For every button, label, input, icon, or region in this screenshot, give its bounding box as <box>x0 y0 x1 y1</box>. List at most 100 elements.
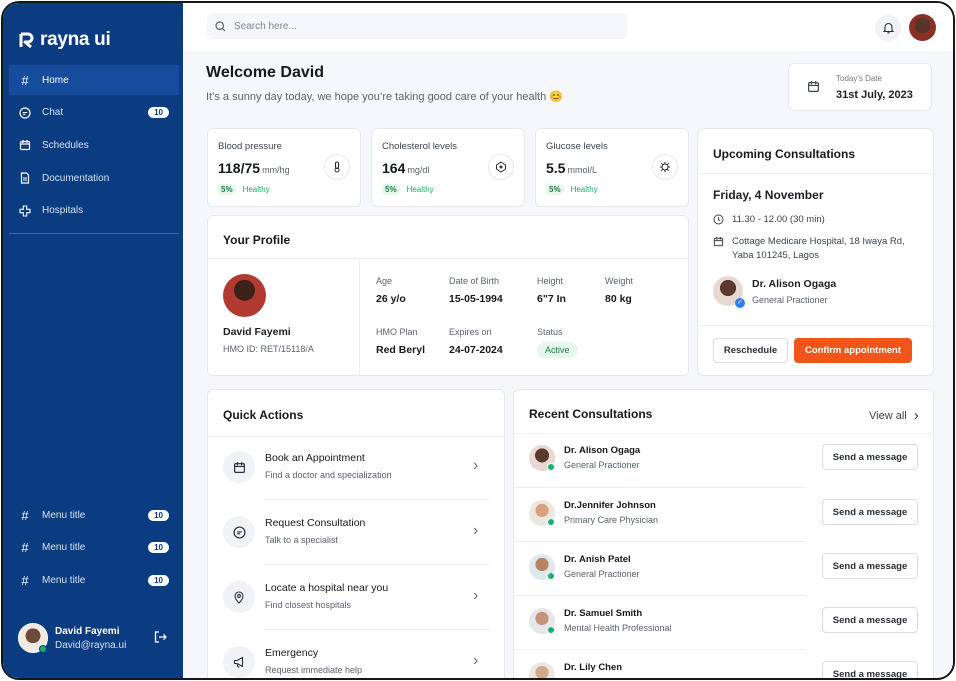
stat-unit: mm/hg <box>262 165 290 175</box>
status-badge: Active <box>537 342 578 358</box>
send-message-button[interactable]: Send a message <box>822 553 918 579</box>
status-text: Healthy <box>406 185 434 194</box>
sidebar-item-schedules[interactable]: Schedules <box>9 130 179 160</box>
count-badge: 10 <box>148 107 169 119</box>
send-message-button[interactable]: Send a message <box>822 444 918 470</box>
cholesterol-card: Cholesterol levels 164 mg/dl 5% Healthy <box>371 128 525 207</box>
page-title: Welcome David <box>206 64 324 81</box>
upcoming-consultations-card: Upcoming Consultations Friday, 4 Novembe… <box>697 128 934 376</box>
divider <box>698 325 933 326</box>
location-pin-icon <box>223 581 255 613</box>
doctor-role: General Practioner <box>564 460 640 470</box>
sidebar-item-menu-title[interactable]: # Menu title 10 <box>9 565 179 595</box>
send-message-button[interactable]: Send a message <box>822 607 918 633</box>
stat-unit: mmol/L <box>567 165 597 175</box>
quick-action-book-appointment[interactable]: Book an Appointment Find a doctor and sp… <box>208 437 504 502</box>
consultation-row: Dr.Jennifer Johnson Primary Care Physici… <box>514 488 933 542</box>
bell-icon <box>882 22 894 34</box>
sidebar-item-chat[interactable]: Chat 10 <box>9 98 179 128</box>
sidebar-item-label: Menu title <box>42 509 86 521</box>
sidebar-item-label: Menu title <box>42 542 86 554</box>
consultation-row: Dr. Alison Ogaga General Practioner Send… <box>514 433 933 487</box>
glucose-card: Glucose levels 5.5 mmol/L 5% Healthy <box>535 128 689 207</box>
field-value: 6"7 In <box>537 293 566 305</box>
sidebar-item-label: Menu title <box>42 574 86 586</box>
stat-value: 164 mg/dl <box>382 160 430 176</box>
doctor-name: Dr. Alison Ogaga <box>564 445 641 456</box>
sidebar-item-hospitals[interactable]: Hospitals <box>9 196 179 226</box>
logout-icon[interactable] <box>154 631 167 646</box>
hash-icon: # <box>21 572 29 588</box>
reschedule-button[interactable]: Reschedule <box>713 338 788 363</box>
consultation-time: 11.30 - 12.00 (30 min) <box>713 213 825 227</box>
profile-card: Your Profile David Fayemi HMO ID: RET/15… <box>207 215 689 376</box>
trend-percent: 5% <box>546 184 564 195</box>
field-value: 26 y/o <box>376 293 406 305</box>
divider <box>265 564 490 565</box>
quick-action-emergency[interactable]: Emergency Request immediate help › <box>208 632 504 678</box>
sidebar-menu-titles: # Menu title 10 # Menu title 10 # Menu t… <box>9 500 179 598</box>
divider <box>265 629 490 630</box>
megaphone-icon <box>223 646 255 678</box>
status-text: Healthy <box>242 185 270 194</box>
chevron-right-icon: › <box>473 587 479 604</box>
thermometer-icon <box>324 154 350 180</box>
molecule-icon <box>488 154 514 180</box>
avatar <box>529 662 555 678</box>
consultation-row: Dr. Lily Chen Send a message <box>514 650 933 678</box>
avatar[interactable] <box>909 14 936 41</box>
section-title: Recent Consultations <box>529 407 653 421</box>
doctor-name: Dr.Jennifer Johnson <box>564 500 656 511</box>
doctor-name: Dr. Anish Patel <box>564 554 631 565</box>
stat-title: Cholesterol levels <box>382 141 457 152</box>
quick-actions-card: Quick Actions Book an Appointment Find a… <box>207 389 505 678</box>
stat-trend: 5% Healthy <box>382 184 434 195</box>
action-title: Emergency <box>265 647 319 659</box>
action-title: Book an Appointment <box>265 452 365 464</box>
calendar-icon <box>808 81 819 92</box>
sidebar-item-documentation[interactable]: Documentation <box>9 163 179 193</box>
sidebar-item-label: Home <box>42 74 69 86</box>
doctor-role: Primary Care Physician <box>564 515 659 525</box>
field-label: Expires on <box>449 327 492 337</box>
divider <box>698 173 933 174</box>
count-badge: 10 <box>148 574 169 586</box>
stat-trend: 5% Healthy <box>546 184 598 195</box>
section-title: Quick Actions <box>223 408 304 422</box>
calendar-icon <box>713 236 724 247</box>
sidebar-item-home[interactable]: # Home <box>9 65 179 95</box>
hash-icon: # <box>21 72 29 88</box>
view-all-link[interactable]: View all › <box>869 407 919 424</box>
doctor-name: Dr. Lily Chen <box>564 662 623 673</box>
recent-consultations-card: Recent Consultations View all › Dr. Alis… <box>513 389 934 678</box>
sidebar-user-card: David Fayemi David@rayna.ui <box>18 623 168 655</box>
doctor-name: Dr. Samuel Smith <box>564 608 643 619</box>
sidebar-item-menu-title[interactable]: # Menu title 10 <box>9 500 179 530</box>
chat-icon <box>19 107 31 119</box>
sidebar-item-label: Hospitals <box>42 205 84 217</box>
field-label: Date of Birth <box>449 276 500 286</box>
stat-trend: 5% Healthy <box>218 184 270 195</box>
consultation-location: Cottage Medicare Hospital, 18 Iwaya Rd, … <box>713 235 923 263</box>
app-window: rayna ui # Home Chat 10 Schedules Docume… <box>1 1 955 680</box>
send-message-button[interactable]: Send a message <box>822 661 918 678</box>
count-badge: 10 <box>148 509 169 521</box>
search-input[interactable] <box>234 20 614 32</box>
stat-title: Blood pressure <box>218 141 282 152</box>
send-message-button[interactable]: Send a message <box>822 499 918 525</box>
logo-icon <box>19 32 34 48</box>
chevron-right-icon: › <box>913 407 919 424</box>
brand-logo[interactable]: rayna ui <box>19 29 111 51</box>
sidebar-item-menu-title[interactable]: # Menu title 10 <box>9 533 179 563</box>
online-status-dot <box>547 518 555 526</box>
sidebar-item-label: Documentation <box>42 172 110 184</box>
quick-action-locate-hospital[interactable]: Locate a hospital near you Find closest … <box>208 567 504 632</box>
consultation-row: Dr. Samuel Smith Mental Health Professio… <box>514 596 933 650</box>
stat-unit: mg/dl <box>407 165 430 175</box>
confirm-appointment-button[interactable]: Confirm appointment <box>794 338 912 363</box>
quick-action-request-consultation[interactable]: Request Consultation Talk to a specialis… <box>208 502 504 567</box>
date-value: 31st July, 2023 <box>836 89 913 101</box>
action-subtitle: Talk to a specialist <box>265 535 339 545</box>
brand-name: rayna ui <box>40 29 111 50</box>
notification-button[interactable] <box>875 15 901 41</box>
